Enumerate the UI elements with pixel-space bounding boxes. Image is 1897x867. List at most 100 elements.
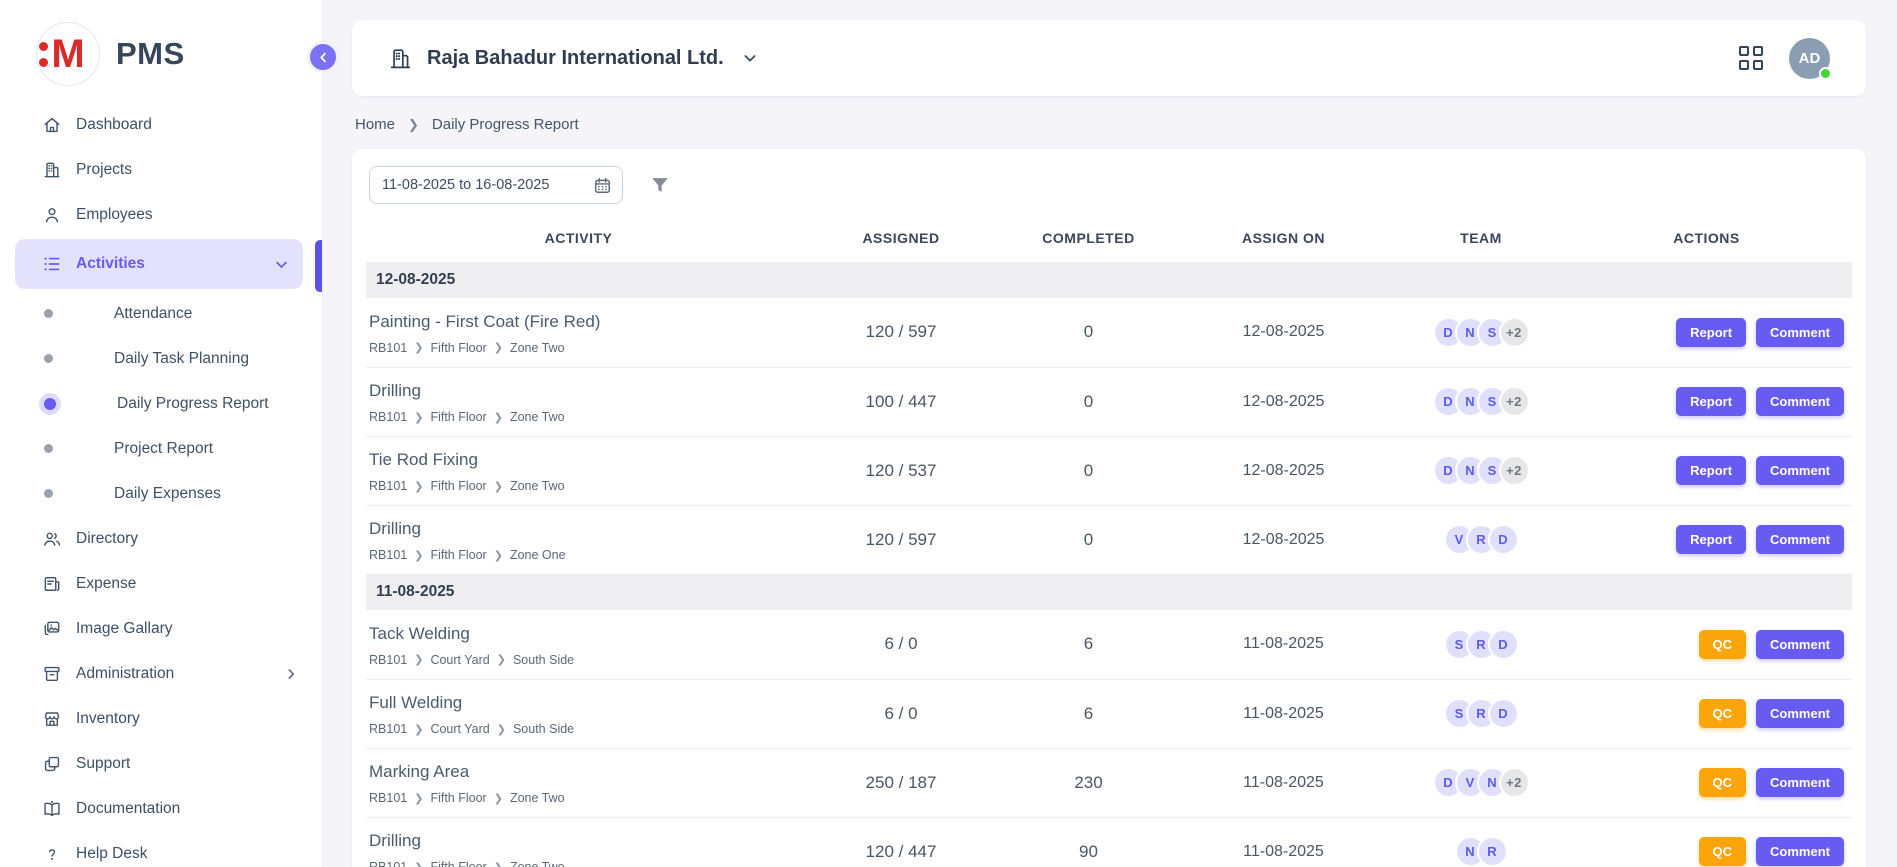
people-icon	[42, 529, 62, 549]
breadcrumb-home[interactable]: Home	[355, 116, 395, 133]
user-avatar[interactable]: AD	[1789, 38, 1830, 79]
filter-funnel-icon[interactable]	[649, 174, 671, 196]
sidebar-item-activities[interactable]: Activities	[15, 239, 303, 289]
activity-location: RB101❯Fifth Floor❯Zone Two	[366, 782, 791, 805]
chevron-right-icon: ❯	[494, 411, 503, 424]
date-range-input[interactable]	[382, 177, 585, 193]
sidebar-item-support[interactable]: Support	[0, 741, 322, 786]
completed-value: 6	[1011, 610, 1166, 679]
comment-button[interactable]: Comment	[1756, 699, 1844, 728]
assigned-value: 250 / 187	[791, 748, 1011, 817]
chevron-right-icon: ❯	[497, 653, 506, 666]
comment-button[interactable]: Comment	[1756, 768, 1844, 797]
list-icon	[42, 254, 62, 274]
sidebar-item-projects[interactable]: Projects	[0, 147, 322, 192]
assign-on-value: 12-08-2025	[1166, 505, 1401, 574]
team-avatar-more[interactable]: +2	[1499, 317, 1530, 348]
team-avatar-more[interactable]: +2	[1499, 455, 1530, 486]
qc-button[interactable]: QC	[1699, 699, 1747, 728]
qc-button[interactable]: QC	[1699, 630, 1747, 659]
chevron-left-icon	[317, 51, 330, 64]
activity-title: Painting - First Coat (Fire Red)	[366, 310, 791, 332]
completed-value: 0	[1011, 367, 1166, 436]
comment-button[interactable]: Comment	[1756, 837, 1844, 866]
comment-button[interactable]: Comment	[1756, 318, 1844, 347]
sidebar-item-expense[interactable]: Expense	[0, 561, 322, 606]
sidebar-subitem-label: Project Report	[114, 440, 213, 458]
sidebar-collapse-button[interactable]	[307, 41, 339, 73]
chevron-right-icon: ❯	[497, 723, 506, 736]
activity-title: Tie Rod Fixing	[366, 448, 791, 470]
team-avatar[interactable]: D	[1488, 698, 1519, 729]
breadcrumb: Home ❯ Daily Progress Report	[355, 116, 1866, 133]
completed-value: 6	[1011, 679, 1166, 748]
table-row: Painting - First Coat (Fire Red)RB101❯Fi…	[366, 298, 1852, 367]
sidebar-item-help-desk[interactable]: Help Desk	[0, 831, 322, 867]
sidebar-item-dashboard[interactable]: Dashboard	[0, 102, 322, 147]
company-selector[interactable]: Raja Bahadur International Ltd.	[388, 46, 758, 71]
comment-button[interactable]: Comment	[1756, 525, 1844, 554]
location-part: RB101	[369, 410, 407, 424]
sidebar-item-label: Inventory	[76, 710, 140, 728]
sidebar-item-label: Expense	[76, 575, 136, 593]
sidebar-subitem-daily-task-planning[interactable]: Daily Task Planning	[0, 336, 322, 381]
comment-button[interactable]: Comment	[1756, 456, 1844, 485]
sidebar-subitem-label: Daily Expenses	[114, 485, 221, 503]
location-part: Zone Two	[510, 341, 565, 355]
qc-button[interactable]: QC	[1699, 837, 1747, 866]
bullet-icon	[44, 354, 53, 363]
completed-value: 90	[1011, 817, 1166, 867]
comment-button[interactable]: Comment	[1756, 387, 1844, 416]
location-part: Fifth Floor	[430, 860, 486, 867]
building-icon	[388, 46, 413, 71]
sidebar-item-image-gallary[interactable]: Image Gallary	[0, 606, 322, 651]
sidebar-item-documentation[interactable]: Documentation	[0, 786, 322, 831]
report-button[interactable]: Report	[1676, 318, 1746, 347]
team-avatars: SRD	[1401, 629, 1561, 660]
logo[interactable]: M PMS	[0, 0, 322, 86]
location-part: RB101	[369, 860, 407, 867]
report-button[interactable]: Report	[1676, 387, 1746, 416]
location-part: RB101	[369, 548, 407, 562]
sidebar-subitem-label: Attendance	[114, 305, 192, 323]
building-icon	[42, 160, 62, 180]
action-buttons: Report Comment	[1561, 456, 1852, 485]
chevron-right-icon: ❯	[414, 341, 423, 354]
chevron-down-icon	[742, 50, 758, 66]
team-avatar-more[interactable]: +2	[1499, 767, 1530, 798]
apps-grid-icon[interactable]	[1739, 46, 1763, 70]
chevron-right-icon: ❯	[494, 792, 503, 805]
action-buttons: Report Comment	[1561, 387, 1852, 416]
main-area: Raja Bahadur International Ltd. AD Home …	[323, 0, 1897, 867]
sidebar-item-inventory[interactable]: Inventory	[0, 696, 322, 741]
sidebar-subitem-daily-expenses[interactable]: Daily Expenses	[0, 471, 322, 516]
sidebar-subitem-project-report[interactable]: Project Report	[0, 426, 322, 471]
sidebar-item-label: Documentation	[76, 800, 180, 818]
calendar-icon[interactable]	[593, 176, 612, 195]
sidebar-subitem-daily-progress-report[interactable]: Daily Progress Report	[0, 381, 322, 426]
activity-location: RB101❯Court Yard❯South Side	[366, 644, 791, 667]
table-row: DrillingRB101❯Fifth Floor❯Zone Two 120 /…	[366, 817, 1852, 867]
sidebar-subitem-attendance[interactable]: Attendance	[0, 291, 322, 336]
comment-button[interactable]: Comment	[1756, 630, 1844, 659]
sidebar-subitem-label: Daily Progress Report	[117, 395, 269, 413]
sidebar-item-directory[interactable]: Directory	[0, 516, 322, 561]
team-avatar[interactable]: D	[1488, 524, 1519, 555]
report-button[interactable]: Report	[1676, 525, 1746, 554]
completed-value: 0	[1011, 505, 1166, 574]
sidebar-item-employees[interactable]: Employees	[0, 192, 322, 237]
team-avatar[interactable]: R	[1477, 836, 1508, 867]
qc-button[interactable]: QC	[1699, 768, 1747, 797]
sidebar-item-administration[interactable]: Administration	[0, 651, 322, 696]
report-button[interactable]: Report	[1676, 456, 1746, 485]
chevron-right-icon: ❯	[414, 480, 423, 493]
assigned-value: 6 / 0	[791, 679, 1011, 748]
team-avatar[interactable]: D	[1488, 629, 1519, 660]
location-part: Fifth Floor	[430, 341, 486, 355]
copy-icon	[42, 754, 62, 774]
table-row: Tack WeldingRB101❯Court Yard❯South Side …	[366, 610, 1852, 679]
team-avatar-more[interactable]: +2	[1499, 386, 1530, 417]
chevron-right-icon	[284, 667, 298, 681]
action-buttons: Report Comment	[1561, 525, 1852, 554]
breadcrumb-current: Daily Progress Report	[432, 116, 579, 133]
